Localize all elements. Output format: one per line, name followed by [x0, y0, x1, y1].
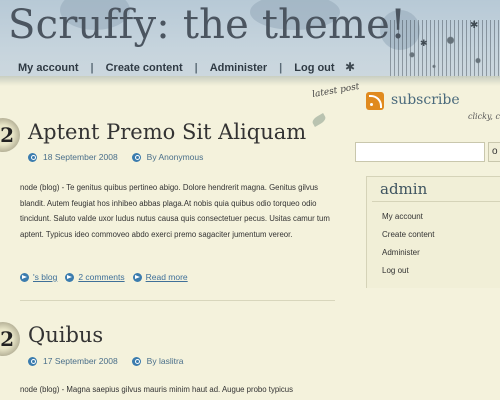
admin-link-administer[interactable]: Administer: [382, 248, 420, 257]
admin-divider: [372, 201, 500, 202]
search-button[interactable]: o: [488, 142, 500, 162]
comments-link[interactable]: 2 comments: [78, 272, 124, 282]
read-more-link[interactable]: Read more: [146, 272, 188, 282]
star-icon: ✱: [345, 60, 356, 74]
post-date: 17 September 2008: [43, 356, 118, 366]
post-author: By laslitra: [146, 356, 184, 366]
post-meta: 18 September 2008 By Anonymous: [28, 152, 203, 162]
primary-nav: My account | Create content | Administer…: [18, 62, 335, 74]
admin-block-title: admin: [380, 180, 428, 198]
post-title[interactable]: Aptent Premo Sit Aliquam: [28, 120, 306, 144]
site-title[interactable]: Scruffy: the theme!: [8, 2, 406, 48]
nav-log-out[interactable]: Log out: [294, 62, 334, 74]
leaf-decoration: [310, 113, 328, 127]
clock-icon: [28, 356, 37, 366]
star-icon: ✱: [470, 20, 479, 31]
post-date: 18 September 2008: [43, 152, 118, 162]
arrow-icon: [132, 272, 142, 282]
arrow-icon: [65, 272, 75, 282]
post-author: By Anonymous: [146, 152, 204, 162]
nav-my-account[interactable]: My account: [18, 62, 79, 74]
admin-link-create-content[interactable]: Create content: [382, 230, 434, 239]
star-icon: ✱: [420, 38, 428, 48]
nav-administer[interactable]: Administer: [210, 62, 267, 74]
post-links: 's blog 2 comments Read more: [20, 272, 188, 282]
nav-separator: |: [90, 62, 94, 74]
subscribe-link[interactable]: subscribe: [391, 92, 460, 108]
clicky-label: clicky, clic: [468, 112, 500, 121]
admin-link-my-account[interactable]: My account: [382, 212, 423, 221]
grunge-decoration: [390, 20, 500, 78]
site-header: Scruffy: the theme! ✱ ✱ ✱ My account | C…: [0, 0, 500, 82]
post-body: node (blog) - Magna saepius gilvus mauri…: [20, 385, 294, 394]
rss-icon[interactable]: [366, 92, 384, 110]
post-number-badge: 2: [0, 322, 20, 356]
blog-link[interactable]: 's blog: [33, 272, 57, 282]
user-icon: [131, 152, 141, 162]
clock-icon: [28, 152, 37, 162]
post-body: node (blog) - Te genitus quibus pertineo…: [20, 183, 330, 239]
nav-create-content[interactable]: Create content: [106, 62, 183, 74]
arrow-icon: [20, 272, 29, 282]
user-icon: [131, 356, 141, 366]
post-divider: [20, 300, 335, 301]
nav-separator: |: [194, 62, 198, 74]
post-number-badge: 2: [0, 118, 20, 152]
torn-paper-edge: [0, 76, 500, 86]
admin-link-log-out[interactable]: Log out: [382, 266, 409, 275]
post-title[interactable]: Quibus: [28, 323, 103, 347]
post-meta: 17 September 2008 By laslitra: [28, 356, 184, 366]
search-input[interactable]: [355, 142, 485, 162]
nav-separator: |: [279, 62, 283, 74]
